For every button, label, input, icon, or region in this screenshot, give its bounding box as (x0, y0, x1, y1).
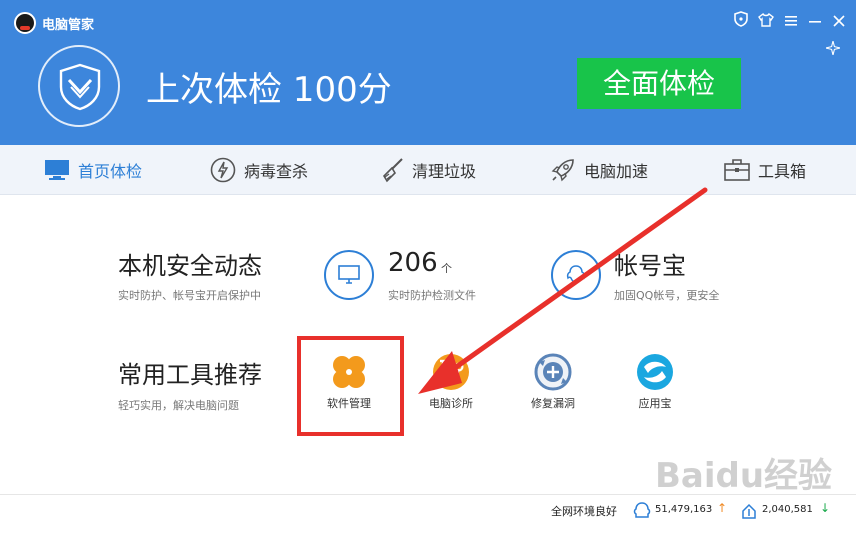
network-status: 全网环境良好 (551, 505, 617, 518)
download-users-icon (742, 503, 756, 519)
download-count: 2,040,581 (762, 504, 813, 515)
upload-users-icon (633, 502, 651, 518)
upload-count: 51,479,163 (655, 504, 713, 515)
app-window: 电脑管家 上次体检 100分 全面体检 首页体检 病毒查杀 清理垃圾 电脑加速 … (0, 0, 856, 536)
baidu-watermark: Baidu经验 (655, 456, 833, 496)
down-arrow-icon: ↓ (820, 501, 831, 515)
status-bar: 全网环境良好 51,479,163 ↑ 2,040,581 ↓ (0, 494, 856, 536)
up-arrow-icon: ↑ (717, 501, 728, 515)
